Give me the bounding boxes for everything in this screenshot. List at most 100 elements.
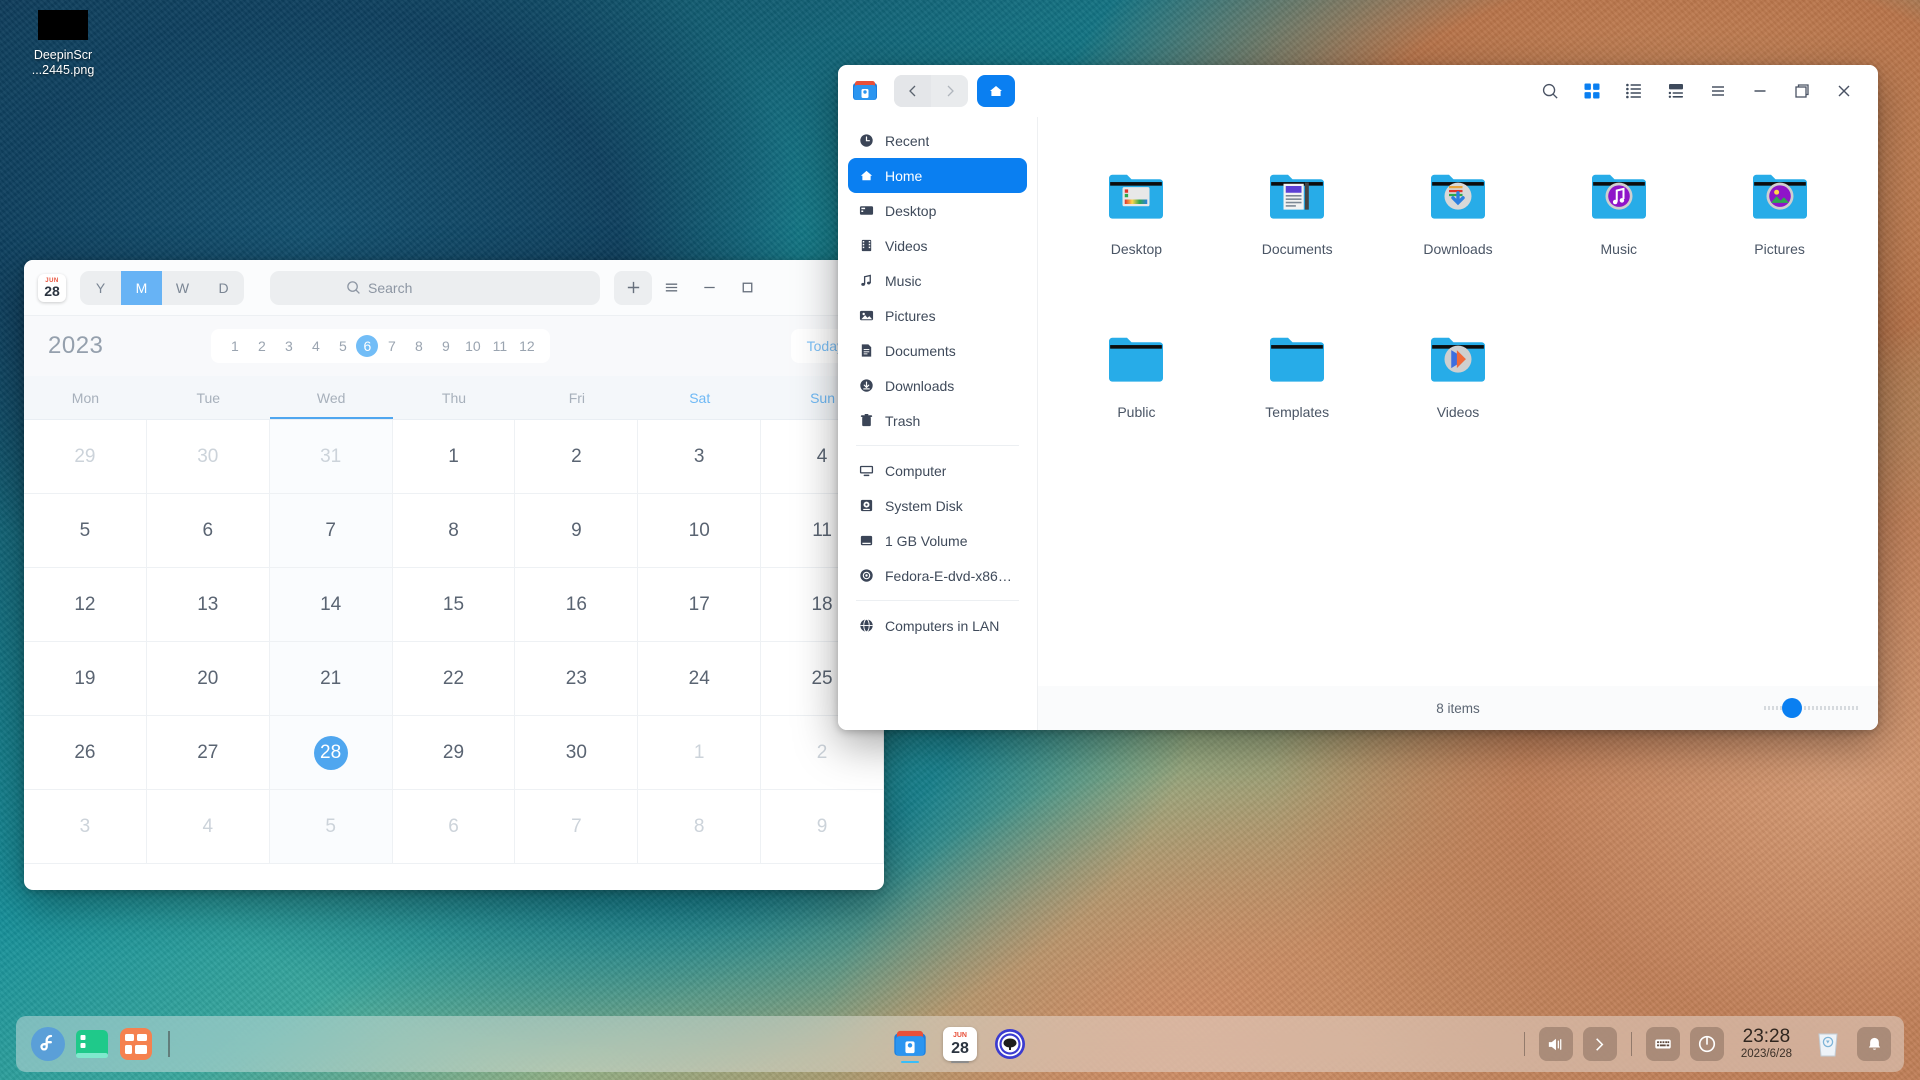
sidebar-item-fedora-e-dvd-x86[interactable]: Fedora-E-dvd-x86_... bbox=[848, 558, 1027, 593]
calendar-minimize-button[interactable] bbox=[690, 271, 728, 305]
calendar-month-2[interactable]: 2 bbox=[248, 335, 275, 357]
calendar-day-cell[interactable]: 29 bbox=[392, 716, 516, 790]
calendar-month-1[interactable]: 1 bbox=[221, 335, 248, 357]
dock-app-calendar[interactable]: JUN 28 bbox=[938, 1022, 982, 1066]
calendar-day-cell[interactable]: 29 bbox=[24, 420, 147, 494]
icon-size-slider[interactable] bbox=[1764, 698, 1860, 718]
file-item-videos[interactable]: Videos bbox=[1382, 294, 1535, 457]
sidebar-item-home[interactable]: Home bbox=[848, 158, 1027, 193]
sidebar-item-1-gb-volume[interactable]: 1 GB Volume bbox=[848, 523, 1027, 558]
calendar-day-cell[interactable]: 15 bbox=[392, 568, 516, 642]
file-item-documents[interactable]: Documents bbox=[1221, 131, 1374, 294]
calendar-day-cell[interactable]: 5 bbox=[24, 494, 147, 568]
sidebar-item-computer[interactable]: Computer bbox=[848, 453, 1027, 488]
back-button[interactable] bbox=[894, 75, 931, 107]
calendar-day-cell[interactable]: 19 bbox=[24, 642, 147, 716]
calendar-day-grid[interactable]: 29 30 31 1 2 3 4 5 6 7 8 9 10 11 12 13 14 15 16 17 18 19 20 21 2… bbox=[24, 420, 884, 864]
close-button[interactable] bbox=[1824, 74, 1864, 108]
sidebar-item-pictures[interactable]: Pictures bbox=[848, 298, 1027, 333]
calendar-day-cell[interactable]: 28 bbox=[269, 716, 393, 790]
calendar-day-cell[interactable]: 3 bbox=[24, 790, 147, 864]
calendar-day-cell[interactable]: 27 bbox=[146, 716, 270, 790]
file-item-music[interactable]: Music bbox=[1542, 131, 1695, 294]
sidebar-item-downloads[interactable]: Downloads bbox=[848, 368, 1027, 403]
calendar-view-switcher[interactable]: Y M W D bbox=[80, 270, 244, 305]
taskbar-tray[interactable]: 23:28 2023/6/28 bbox=[1517, 1022, 1894, 1066]
calendar-day-cell[interactable]: 17 bbox=[638, 568, 762, 642]
calendar-month-8[interactable]: 8 bbox=[405, 335, 432, 357]
calendar-day-cell[interactable]: 3 bbox=[638, 420, 762, 494]
calendar-day-cell[interactable]: 12 bbox=[24, 568, 147, 642]
calendar-day-cell[interactable]: 7 bbox=[515, 790, 639, 864]
calendar-search-input[interactable]: Search bbox=[270, 270, 600, 305]
calendar-day-cell[interactable]: 8 bbox=[638, 790, 762, 864]
sidebar-item-music[interactable]: Music bbox=[848, 263, 1027, 298]
calendar-day-cell[interactable]: 30 bbox=[515, 716, 639, 790]
calendar-day-cell[interactable]: 10 bbox=[638, 494, 762, 568]
calendar-day-cell[interactable]: 4 bbox=[146, 790, 270, 864]
navigation-buttons[interactable] bbox=[894, 75, 968, 107]
expand-tray-button[interactable] bbox=[1582, 1027, 1617, 1061]
minimize-button[interactable] bbox=[1740, 74, 1780, 108]
calendar-day-cell[interactable]: 14 bbox=[269, 568, 393, 642]
calendar-year-label[interactable]: 2023 bbox=[48, 332, 103, 360]
calendar-day-cell[interactable]: 2 bbox=[515, 420, 639, 494]
dock-app-fedora-launcher[interactable] bbox=[26, 1022, 70, 1066]
calendar-day-cell[interactable]: 22 bbox=[392, 642, 516, 716]
sidebar-item-trash[interactable]: Trash bbox=[848, 403, 1027, 438]
calendar-day-cell[interactable]: 7 bbox=[269, 494, 393, 568]
keyboard-button[interactable] bbox=[1645, 1027, 1680, 1061]
slider-knob[interactable] bbox=[1782, 698, 1802, 718]
calendar-month-selector[interactable]: 1 2 3 4 5 6 7 8 9 10 11 12 bbox=[211, 329, 551, 363]
calendar-month-3[interactable]: 3 bbox=[275, 335, 302, 357]
calendar-day-cell[interactable]: 6 bbox=[392, 790, 516, 864]
calendar-day-cell[interactable]: 8 bbox=[392, 494, 516, 568]
file-manager-window[interactable]: Recent Home Desktop Videos Music Pictures Docu… bbox=[838, 65, 1878, 730]
clock[interactable]: 23:28 2023/6/28 bbox=[1741, 1027, 1792, 1061]
calendar-day-cell[interactable]: 24 bbox=[638, 642, 762, 716]
calendar-day-cell[interactable]: 1 bbox=[638, 716, 762, 790]
sidebar-item-desktop[interactable]: Desktop bbox=[848, 193, 1027, 228]
file-grid[interactable]: Desktop Documents Downloads Music Pictures Pu… bbox=[1056, 131, 1860, 457]
desktop-file-icon[interactable]: DeepinScr ...2445.png bbox=[8, 10, 118, 78]
icon-view-button[interactable] bbox=[1572, 74, 1612, 108]
tray-trash-button[interactable] bbox=[1806, 1022, 1850, 1066]
search-button[interactable] bbox=[1530, 74, 1570, 108]
calendar-month-12[interactable]: 12 bbox=[513, 335, 540, 357]
file-item-pictures[interactable]: Pictures bbox=[1703, 131, 1856, 294]
calendar-day-cell[interactable]: 9 bbox=[515, 494, 639, 568]
calendar-month-5[interactable]: 5 bbox=[329, 335, 356, 357]
calendar-day-cell[interactable]: 30 bbox=[146, 420, 270, 494]
file-manager-sidebar[interactable]: Recent Home Desktop Videos Music Pictures Docu… bbox=[838, 117, 1038, 730]
calendar-month-6[interactable]: 6 bbox=[356, 335, 379, 357]
menu-button[interactable] bbox=[1698, 74, 1738, 108]
list-view-button[interactable] bbox=[1614, 74, 1654, 108]
taskbar[interactable]: JUN 28 23:28 2023/6/28 bbox=[16, 1016, 1904, 1072]
file-item-downloads[interactable]: Downloads bbox=[1382, 131, 1535, 294]
calendar-add-event-button[interactable] bbox=[614, 270, 652, 305]
calendar-day-cell[interactable]: 23 bbox=[515, 642, 639, 716]
home-button[interactable] bbox=[977, 75, 1015, 107]
sidebar-item-system-disk[interactable]: System Disk bbox=[848, 488, 1027, 523]
file-manager-content[interactable]: Desktop Documents Downloads Music Pictures Pu… bbox=[1038, 117, 1878, 730]
calendar-day-cell[interactable]: 9 bbox=[761, 790, 884, 864]
taskbar-left-apps[interactable] bbox=[26, 1022, 180, 1066]
calendar-day-cell[interactable]: 13 bbox=[146, 568, 270, 642]
calendar-month-7[interactable]: 7 bbox=[378, 335, 405, 357]
calendar-day-cell[interactable]: 31 bbox=[269, 420, 393, 494]
calendar-month-9[interactable]: 9 bbox=[432, 335, 459, 357]
view-mode-y[interactable]: Y bbox=[80, 271, 121, 305]
view-mode-m[interactable]: M bbox=[121, 270, 162, 305]
file-item-templates[interactable]: Templates bbox=[1221, 294, 1374, 457]
calendar-day-cell[interactable]: 5 bbox=[269, 790, 393, 864]
dock-app-settings[interactable] bbox=[988, 1022, 1032, 1066]
calendar-month-11[interactable]: 11 bbox=[486, 335, 513, 357]
taskbar-center-apps[interactable]: JUN 28 bbox=[888, 1022, 1032, 1066]
sidebar-item-computers-in-lan[interactable]: Computers in LAN bbox=[848, 608, 1027, 643]
sidebar-item-recent[interactable]: Recent bbox=[848, 123, 1027, 158]
detail-view-button[interactable] bbox=[1656, 74, 1696, 108]
view-mode-w[interactable]: W bbox=[162, 271, 203, 305]
notification-button[interactable] bbox=[1857, 1027, 1891, 1061]
maximize-button[interactable] bbox=[1782, 74, 1822, 108]
calendar-day-cell[interactable]: 16 bbox=[515, 568, 639, 642]
